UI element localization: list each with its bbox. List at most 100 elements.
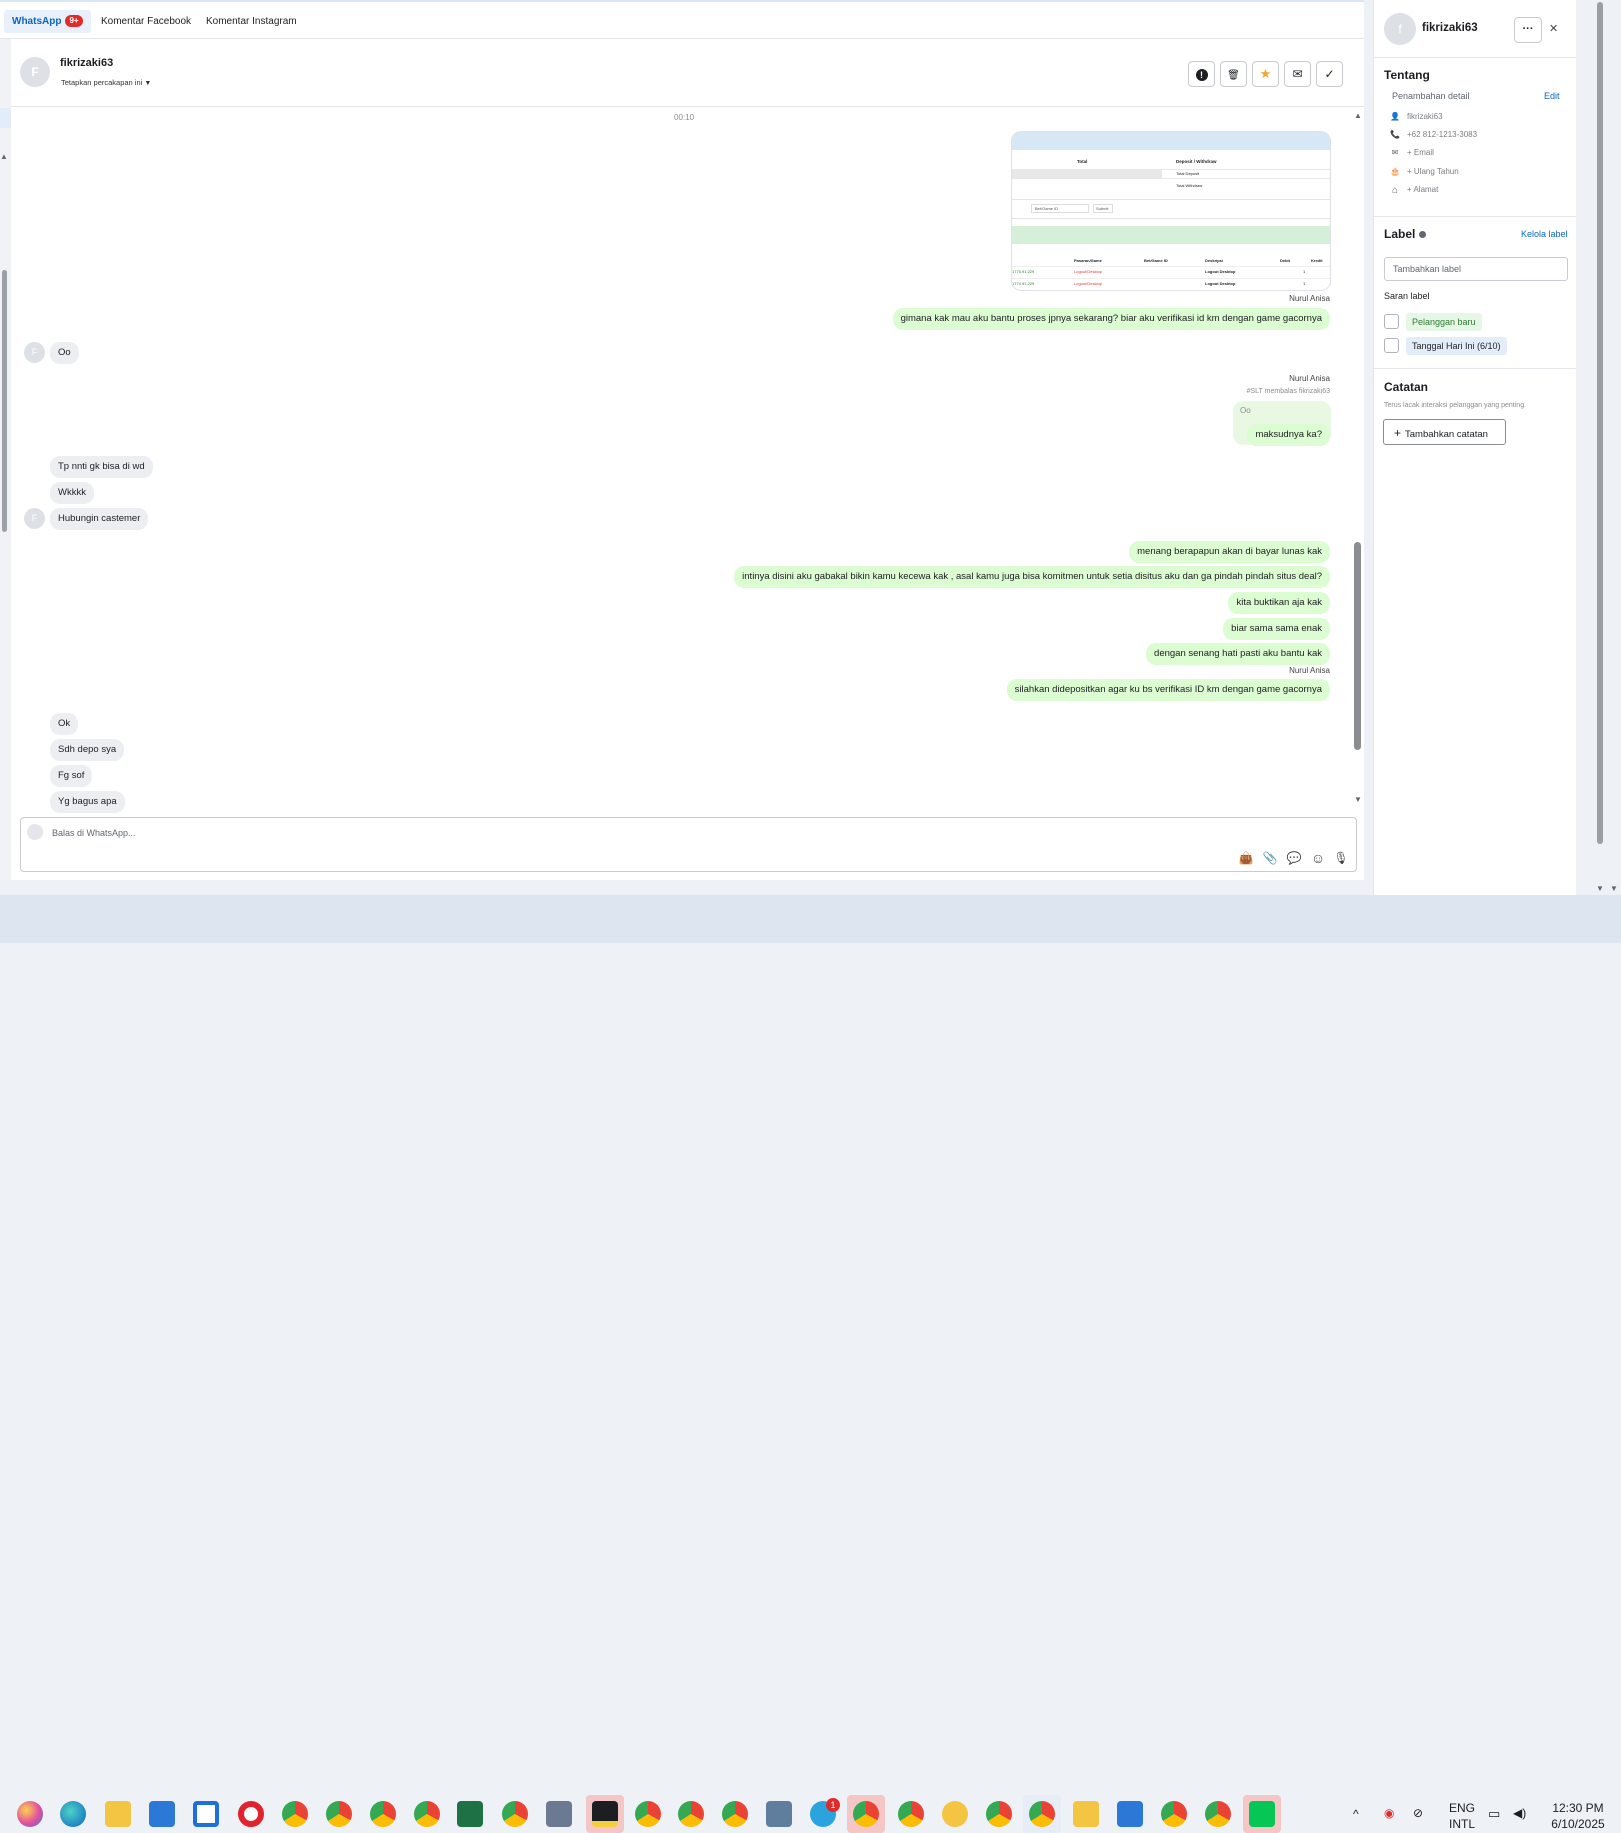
chrome-profile-icon[interactable] bbox=[1205, 1801, 1231, 1827]
opera-icon[interactable] bbox=[238, 1801, 264, 1827]
assign-conversation-dropdown[interactable]: Tetapkan percakapan ini ▼ bbox=[61, 78, 151, 87]
label-checkbox[interactable] bbox=[1384, 338, 1399, 353]
image-green-bar bbox=[1012, 226, 1330, 244]
details-subheading: Penambahan detail bbox=[1392, 91, 1470, 101]
chrome-profile-icon[interactable] bbox=[898, 1801, 924, 1827]
clock-time[interactable]: 12:30 PM bbox=[1540, 1801, 1616, 1815]
line-icon[interactable] bbox=[1249, 1801, 1275, 1827]
mark-done-button[interactable]: ✓ bbox=[1316, 61, 1343, 87]
outgoing-message[interactable]: maksudnya ka? bbox=[1247, 424, 1330, 446]
chrome-profile-icon[interactable] bbox=[370, 1801, 396, 1827]
divider bbox=[1373, 57, 1576, 58]
image-submit: Submit bbox=[1093, 204, 1113, 213]
store-icon[interactable] bbox=[149, 1801, 175, 1827]
incoming-message[interactable]: Yg bagus apa bbox=[50, 791, 125, 813]
more-options-button[interactable]: ··· bbox=[1514, 17, 1542, 43]
chrome-profile-icon[interactable] bbox=[853, 1801, 879, 1827]
sticky-notes-icon[interactable] bbox=[592, 1801, 618, 1827]
image-viewer-icon[interactable] bbox=[1117, 1801, 1143, 1827]
chrome-profile-icon[interactable] bbox=[414, 1801, 440, 1827]
page-scroll-down-icon[interactable]: ▼ bbox=[1610, 884, 1618, 893]
incoming-message[interactable]: Hubungin castemer bbox=[50, 508, 149, 530]
incoming-message[interactable]: Tp nnti gk bisa di wd bbox=[50, 456, 153, 478]
tray-overflow-icon[interactable]: ^ bbox=[1353, 1807, 1359, 1821]
scroll-up-arrow-icon[interactable]: ▲ bbox=[0, 152, 8, 161]
label-tag-new-customer[interactable]: Pelanggan baru bbox=[1406, 313, 1482, 331]
security-tray-icon[interactable]: ◉ bbox=[1384, 1806, 1394, 1820]
chrome-icon[interactable] bbox=[282, 1801, 308, 1827]
star-button[interactable]: ★ bbox=[1252, 61, 1279, 87]
edit-link[interactable]: Edit bbox=[1544, 91, 1560, 101]
chrome-profile-icon[interactable] bbox=[502, 1801, 528, 1827]
right-scrollbar-thumb[interactable] bbox=[1597, 2, 1603, 844]
add-address-link[interactable]: + Alamat bbox=[1407, 185, 1438, 194]
chrome-profile-icon[interactable] bbox=[326, 1801, 352, 1827]
reply-composer[interactable] bbox=[20, 817, 1357, 872]
clock-date[interactable]: 6/10/2025 bbox=[1540, 1817, 1616, 1831]
mark-unread-button[interactable]: ✉ bbox=[1284, 61, 1311, 87]
reply-input[interactable]: Balas di WhatsApp... bbox=[52, 828, 136, 838]
image-attachment[interactable]: Total Deposit / Withdraw Total Deposit T… bbox=[1011, 131, 1331, 291]
message-template-icon[interactable]: 💬 bbox=[1286, 850, 1302, 866]
outgoing-message[interactable]: intinya disini aku gabakal bikin kamu ke… bbox=[734, 566, 1330, 588]
chrome-profile-icon[interactable] bbox=[678, 1801, 704, 1827]
chrome-profile-icon[interactable] bbox=[1029, 1801, 1055, 1827]
app-window-icon[interactable] bbox=[193, 1801, 219, 1827]
language-indicator[interactable]: ENG bbox=[1446, 1801, 1478, 1815]
outgoing-message[interactable]: kita buktikan aja kak bbox=[1228, 592, 1330, 614]
emoji-icon[interactable]: ☺ bbox=[1310, 850, 1326, 866]
calculator-icon[interactable] bbox=[766, 1801, 792, 1827]
incoming-message[interactable]: Wkkkk bbox=[50, 482, 94, 504]
copilot-icon[interactable] bbox=[17, 1801, 43, 1827]
outgoing-message[interactable]: dengan senang hati pasti aku bantu kak bbox=[1146, 643, 1330, 665]
chat-scroll-down-icon[interactable]: ▼ bbox=[1354, 795, 1362, 804]
image-td: 1774.91.229 bbox=[1012, 281, 1035, 286]
edge-icon[interactable] bbox=[60, 1801, 86, 1827]
label-checkbox[interactable] bbox=[1384, 314, 1399, 329]
tab-whatsapp[interactable]: WhatsApp 9+ bbox=[4, 10, 91, 33]
chat-scrollbar-thumb[interactable] bbox=[1354, 542, 1361, 750]
add-email-link[interactable]: + Email bbox=[1407, 148, 1434, 157]
delete-button[interactable]: 🗑 bbox=[1220, 61, 1247, 87]
outgoing-message[interactable]: menang berapapun akan di bayar lunas kak bbox=[1129, 541, 1330, 563]
file-explorer-icon[interactable] bbox=[105, 1801, 131, 1827]
incoming-message[interactable]: Oo bbox=[50, 342, 79, 364]
agent-avatar bbox=[27, 824, 43, 840]
bag-icon[interactable]: 👜 bbox=[1238, 850, 1254, 866]
display-icon[interactable]: ▭ bbox=[1488, 1806, 1500, 1822]
close-icon[interactable]: ✕ bbox=[1549, 22, 1558, 35]
outgoing-message[interactable]: silahkan didepositkan agar ku bs verifik… bbox=[1006, 679, 1330, 701]
tab-facebook-comments[interactable]: Komentar Facebook bbox=[93, 10, 199, 33]
mail-app-icon[interactable] bbox=[546, 1801, 572, 1827]
manage-labels-link[interactable]: Kelola label bbox=[1521, 229, 1568, 239]
attach-icon[interactable]: 📎 bbox=[1262, 850, 1278, 866]
network-off-icon[interactable]: ⊘ bbox=[1413, 1806, 1423, 1820]
mark-spam-button[interactable]: ! bbox=[1188, 61, 1215, 87]
photo-app-icon[interactable] bbox=[1073, 1801, 1099, 1827]
volume-icon[interactable]: ◀) bbox=[1513, 1806, 1526, 1820]
chrome-profile-icon[interactable] bbox=[635, 1801, 661, 1827]
outgoing-message[interactable]: gimana kak mau aku bantu proses jpnya se… bbox=[892, 308, 1330, 330]
mic-icon[interactable]: 🎙 bbox=[1333, 850, 1349, 866]
add-birthday-link[interactable]: + Ulang Tahun bbox=[1407, 167, 1459, 176]
add-label-input[interactable]: Tambahkan label bbox=[1384, 257, 1568, 281]
add-note-button[interactable]: + Tambahkan catatan bbox=[1383, 419, 1506, 445]
chrome-profile-icon[interactable] bbox=[986, 1801, 1012, 1827]
quoted-message: Oo bbox=[1240, 406, 1251, 415]
chrome-profile-icon[interactable] bbox=[1161, 1801, 1187, 1827]
contact-avatar[interactable]: F bbox=[20, 57, 50, 87]
chrome-profile-icon[interactable] bbox=[722, 1801, 748, 1827]
chat-scroll-up-icon[interactable]: ▲ bbox=[1354, 111, 1362, 120]
excel-icon[interactable] bbox=[457, 1801, 483, 1827]
incoming-message[interactable]: Ok bbox=[50, 713, 79, 735]
left-scrollbar-thumb[interactable] bbox=[2, 270, 7, 532]
right-scroll-down-icon[interactable]: ▼ bbox=[1596, 884, 1604, 893]
outgoing-message[interactable]: biar sama sama enak bbox=[1223, 618, 1330, 640]
pointer-app-icon[interactable] bbox=[942, 1801, 968, 1827]
incoming-message[interactable]: Fg sof bbox=[50, 765, 93, 787]
label-tag-today[interactable]: Tanggal Hari Ini (6/10) bbox=[1406, 337, 1507, 355]
details-avatar: f bbox=[1384, 13, 1416, 45]
keyboard-layout[interactable]: INTL bbox=[1446, 1817, 1478, 1831]
incoming-message[interactable]: Sdh depo sya bbox=[50, 739, 125, 761]
tab-instagram-comments[interactable]: Komentar Instagram bbox=[198, 10, 305, 33]
